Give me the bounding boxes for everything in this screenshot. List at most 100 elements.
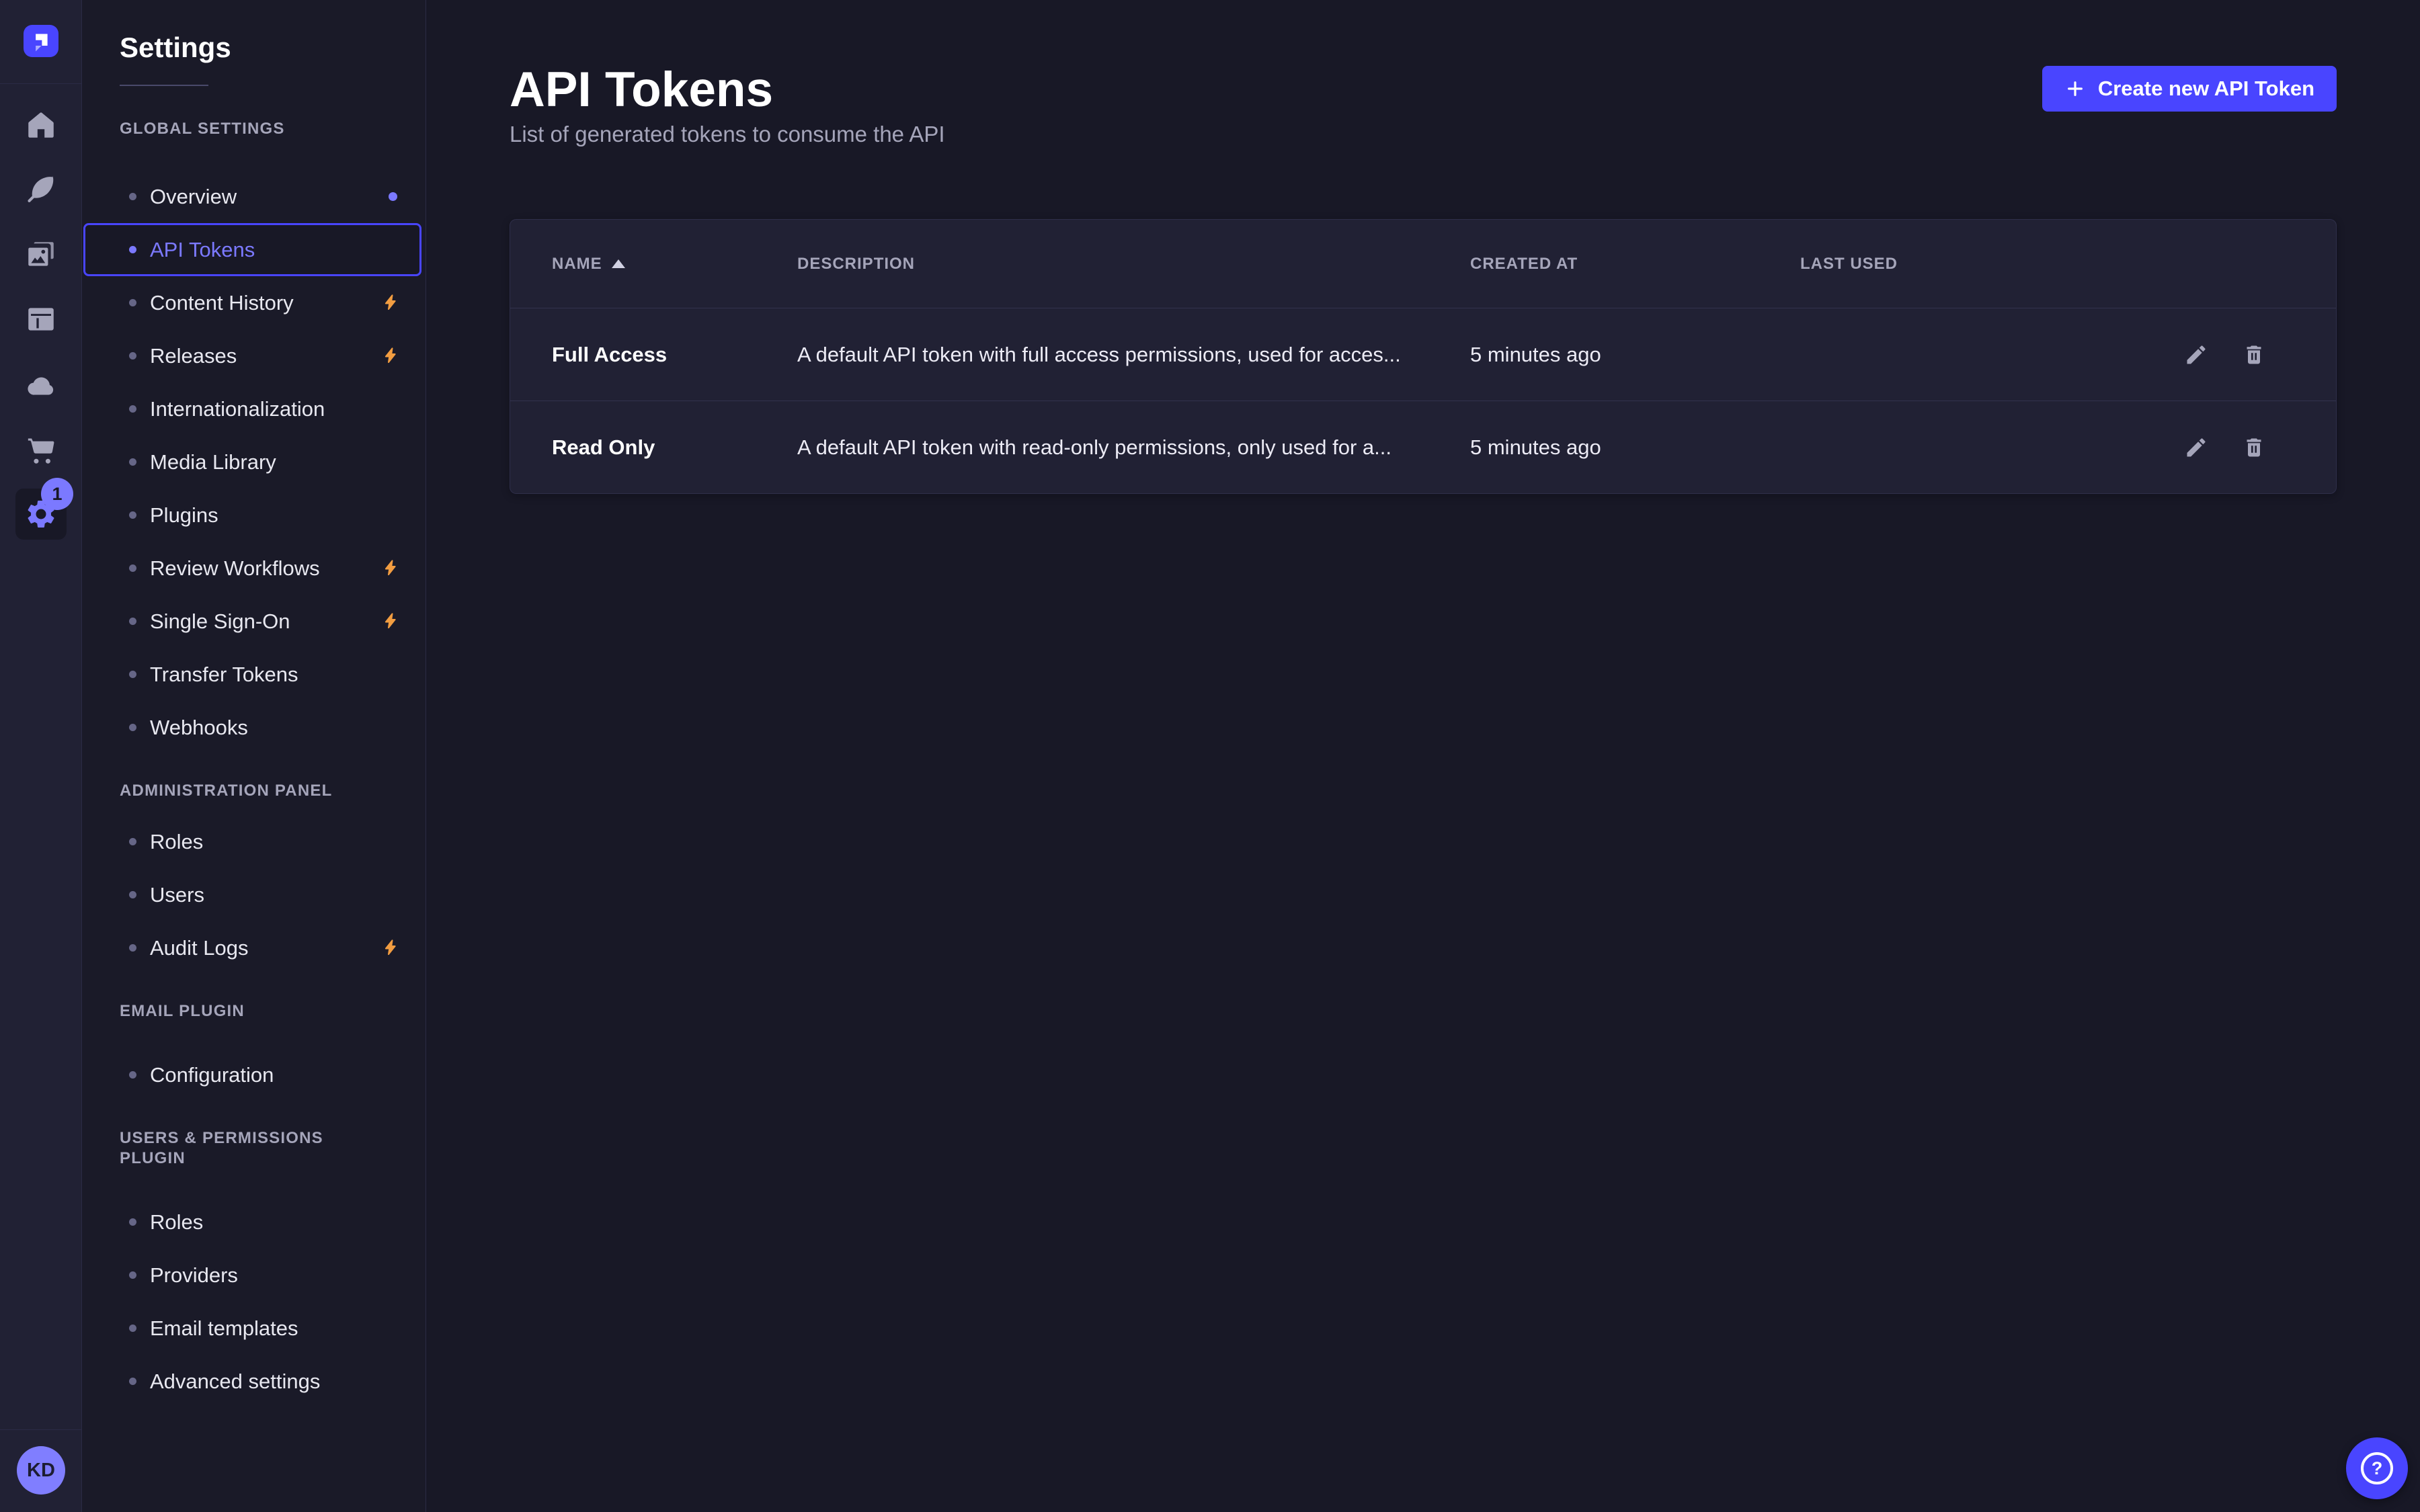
notification-badge: 1: [41, 478, 73, 510]
sidebar-item-roles[interactable]: Roles: [83, 1195, 421, 1249]
edit-token-button[interactable]: [2179, 337, 2214, 372]
sidebar-item-single-sign-on[interactable]: Single Sign-On: [83, 595, 421, 648]
deploy-cloud-icon: [24, 369, 58, 403]
sidebar-item-roles[interactable]: Roles: [83, 815, 421, 868]
sidebar-item-plugins[interactable]: Plugins: [83, 489, 421, 542]
strapi-logo-button[interactable]: [24, 25, 58, 57]
sidebar-item-configuration[interactable]: Configuration: [83, 1048, 421, 1101]
subnav-section: USERS & PERMISSIONS PLUGIN Roles Provide…: [82, 1128, 426, 1408]
column-header-last-used[interactable]: LAST USED: [1800, 255, 2089, 274]
bullet-icon: [129, 618, 136, 625]
subnav-title: Settings: [120, 31, 388, 65]
home-icon: [24, 108, 58, 142]
sidebar-item-users[interactable]: Users: [83, 868, 421, 921]
section-heading: GLOBAL SETTINGS: [120, 119, 388, 139]
column-header-name[interactable]: NAME: [552, 255, 797, 274]
section-heading: USERS & PERMISSIONS PLUGIN: [120, 1128, 388, 1169]
bolt-icon: [381, 558, 401, 579]
bullet-icon: [129, 564, 136, 572]
user-avatar[interactable]: KD: [17, 1446, 65, 1495]
subnav-section: GLOBAL SETTINGS Overview API Tokens Cont…: [82, 119, 426, 754]
api-tokens-table: NAMEDESCRIPTIONCREATED ATLAST USED Full …: [510, 219, 2337, 494]
sidebar-item-releases[interactable]: Releases: [83, 329, 421, 382]
sidebar-item-internationalization[interactable]: Internationalization: [83, 382, 421, 435]
bullet-icon: [129, 246, 136, 253]
bullet-icon: [129, 511, 136, 519]
sidebar-item-media-library[interactable]: Media Library: [83, 435, 421, 489]
marketplace-cart-nav-button[interactable]: [15, 425, 67, 476]
bullet-icon: [129, 299, 136, 306]
section-heading: EMAIL PLUGIN: [120, 1001, 388, 1021]
bullet-icon: [129, 1325, 136, 1332]
main-content: API Tokens List of generated tokens to c…: [426, 0, 2420, 1512]
bolt-icon: [381, 346, 401, 366]
strapi-logo-icon: [27, 27, 55, 55]
bullet-icon: [129, 1271, 136, 1279]
marketplace-cart-icon: [24, 433, 58, 467]
sidebar-item-transfer-tokens[interactable]: Transfer Tokens: [83, 648, 421, 701]
sidebar-item-api-tokens[interactable]: API Tokens: [83, 223, 421, 276]
sidebar-item-overview[interactable]: Overview: [83, 170, 421, 223]
sidebar-item-advanced-settings[interactable]: Advanced settings: [83, 1355, 421, 1408]
bullet-icon: [129, 193, 136, 200]
home-nav-button[interactable]: [15, 99, 67, 151]
settings-subnav: Settings GLOBAL SETTINGS Overview API To…: [82, 0, 426, 1512]
column-header-description[interactable]: DESCRIPTION: [797, 255, 1470, 274]
table-row: Full Access A default API token with ful…: [510, 308, 2336, 401]
rail-divider: [0, 1429, 81, 1430]
bolt-icon: [381, 612, 401, 632]
create-api-token-button[interactable]: Create new API Token: [2042, 66, 2337, 112]
pencil-icon: [2184, 435, 2208, 460]
settings-gear-nav-button[interactable]: 1: [15, 489, 67, 540]
sidebar-item-webhooks[interactable]: Webhooks: [83, 701, 421, 754]
page-subtitle: List of generated tokens to consume the …: [510, 120, 2337, 149]
bullet-icon: [129, 352, 136, 360]
table-body: Full Access A default API token with ful…: [510, 308, 2336, 493]
bullet-icon: [129, 944, 136, 952]
trash-icon: [2242, 435, 2266, 460]
table-header-row: NAMEDESCRIPTIONCREATED ATLAST USED: [510, 220, 2336, 308]
strapi-admin-app: 1 KD Settings GLOBAL SETTINGS Overview A…: [0, 0, 2420, 1512]
subnav-sections: GLOBAL SETTINGS Overview API Tokens Cont…: [82, 119, 426, 1408]
bullet-icon: [129, 838, 136, 845]
sort-ascending-icon: [612, 259, 625, 268]
rail-divider: [0, 83, 81, 84]
bolt-icon: [381, 938, 401, 958]
bolt-icon: [381, 293, 401, 313]
bullet-icon: [129, 724, 136, 731]
content-feather-icon: [24, 173, 58, 206]
sidebar-item-providers[interactable]: Providers: [83, 1249, 421, 1302]
plus-icon: [2064, 78, 2086, 99]
bullet-icon: [129, 405, 136, 413]
content-type-layout-nav-button[interactable]: [15, 294, 67, 345]
bullet-icon: [129, 1071, 136, 1079]
column-header-created-at[interactable]: CREATED AT: [1470, 255, 1800, 274]
sidebar-item-content-history[interactable]: Content History: [83, 276, 421, 329]
sidebar-item-review-workflows[interactable]: Review Workflows: [83, 542, 421, 595]
notification-dot-icon: [389, 192, 397, 201]
bullet-icon: [129, 1378, 136, 1385]
main-nav-rail: 1 KD: [0, 0, 82, 1512]
delete-token-button[interactable]: [2236, 430, 2271, 465]
subnav-section: ADMINISTRATION PANEL Roles Users Audit L…: [82, 781, 426, 974]
delete-token-button[interactable]: [2236, 337, 2271, 372]
subnav-rule: [120, 85, 208, 86]
section-heading: ADMINISTRATION PANEL: [120, 781, 388, 801]
sidebar-item-email-templates[interactable]: Email templates: [83, 1302, 421, 1355]
sidebar-item-audit-logs[interactable]: Audit Logs: [83, 921, 421, 974]
deploy-cloud-nav-button[interactable]: [15, 360, 67, 411]
question-mark-icon: ?: [2361, 1452, 2393, 1484]
bullet-icon: [129, 891, 136, 898]
table-row: Read Only A default API token with read-…: [510, 401, 2336, 493]
content-feather-nav-button[interactable]: [15, 164, 67, 215]
create-api-token-label: Create new API Token: [2098, 77, 2314, 101]
help-button[interactable]: ?: [2346, 1437, 2408, 1499]
bullet-icon: [129, 1218, 136, 1226]
pencil-icon: [2184, 343, 2208, 367]
edit-token-button[interactable]: [2179, 430, 2214, 465]
bullet-icon: [129, 671, 136, 678]
content-type-layout-icon: [24, 302, 58, 336]
subnav-section: EMAIL PLUGIN Configuration: [82, 1001, 426, 1101]
trash-icon: [2242, 343, 2266, 367]
media-library-nav-button[interactable]: [15, 229, 67, 280]
